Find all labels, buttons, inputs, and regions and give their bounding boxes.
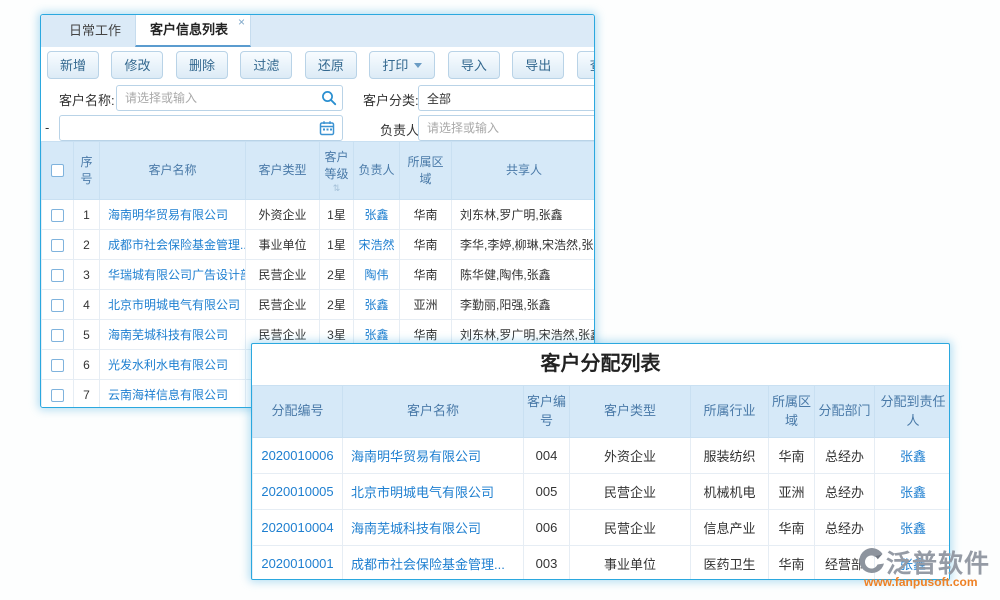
print-label: 打印 xyxy=(382,58,408,73)
allocation-header-row: 分配编号 客户名称 客户编号 客户类型 所属行业 所属区域 分配部门 分配到责任… xyxy=(253,386,951,438)
search-icon[interactable] xyxy=(321,90,337,106)
allocation-title: 客户分配列表 xyxy=(252,344,949,385)
allocation-window: 客户分配列表 分配编号 客户名称 客户编号 客户类型 所属行业 所属区域 分配部… xyxy=(251,343,950,580)
table-row[interactable]: 4 北京市明城电气有限公司 民营企业 2星 张鑫 亚洲 李勤丽,阳强,张鑫 xyxy=(42,290,596,320)
owner-link[interactable]: 张鑫 xyxy=(364,328,388,342)
allocation-id-link[interactable]: 2020010006 xyxy=(261,448,333,463)
export-button[interactable]: 导出 xyxy=(512,51,564,79)
row-checkbox[interactable] xyxy=(51,239,64,252)
customer-name-link[interactable]: 北京市明城电气有限公司 xyxy=(351,485,494,500)
column-header-customer-type[interactable]: 客户类型 xyxy=(246,142,320,200)
customer-name-link[interactable]: 成都市社会保险基金管理... xyxy=(351,557,505,572)
column-header-allocation-id[interactable]: 分配编号 xyxy=(253,386,343,438)
allocation-id-link[interactable]: 2020010004 xyxy=(261,520,333,535)
add-button[interactable]: 新增 xyxy=(47,51,99,79)
column-header-assignee[interactable]: 分配到责任人 xyxy=(875,386,951,438)
assignee-link[interactable]: 张鑫 xyxy=(900,485,926,500)
customer-name-link[interactable]: 北京市明城电气有限公司 xyxy=(108,298,240,312)
edit-button[interactable]: 修改 xyxy=(111,51,163,79)
table-row[interactable]: 2020010001 成都市社会保险基金管理... 003 事业单位 医药卫生 … xyxy=(253,546,951,581)
column-header-region[interactable]: 所属区域 xyxy=(769,386,815,438)
owner-link[interactable]: 陶伟 xyxy=(364,268,388,282)
table-row[interactable]: 2 成都市社会保险基金管理... 事业单位 1星 宋浩然 华南 李华,李婷,柳琳… xyxy=(42,230,596,260)
column-header-industry[interactable]: 所属行业 xyxy=(691,386,769,438)
customer-category-label: 客户分类: xyxy=(363,90,419,109)
tab-customer-info-list[interactable]: 客户信息列表 × xyxy=(135,15,251,47)
delete-button[interactable]: 删除 xyxy=(176,51,228,79)
assignee-link[interactable]: 张鑫 xyxy=(900,449,926,464)
customer-category-select[interactable] xyxy=(418,85,595,111)
customer-name-label: 客户名称: xyxy=(59,90,115,109)
import-button[interactable]: 导入 xyxy=(448,51,500,79)
customer-name-link[interactable]: 光发水利水电有限公司 xyxy=(108,358,228,372)
column-header-no[interactable]: 序号 xyxy=(74,142,100,200)
close-icon[interactable]: × xyxy=(238,16,245,28)
row-checkbox[interactable] xyxy=(51,269,64,282)
print-button[interactable]: 打印 xyxy=(369,51,435,79)
customer-name-link[interactable]: 云南海祥信息有限公司 xyxy=(108,388,228,402)
select-all-checkbox[interactable] xyxy=(51,164,64,177)
calendar-icon[interactable] xyxy=(319,120,335,136)
column-header-customer-name[interactable]: 客户名称 xyxy=(343,386,524,438)
customer-name-link[interactable]: 华瑞城有限公司广告设计部 xyxy=(108,268,246,282)
owner-input[interactable] xyxy=(418,115,595,141)
owner-link[interactable]: 宋浩然 xyxy=(358,238,394,252)
column-header-customer-code[interactable]: 客户编号 xyxy=(524,386,570,438)
filter-button[interactable]: 过滤 xyxy=(240,51,292,79)
column-header-dept[interactable]: 分配部门 xyxy=(815,386,875,438)
customer-name-input[interactable] xyxy=(116,85,343,111)
filter-area: 客户名称: 客户分类: - 负责人: xyxy=(41,79,594,141)
toolbar: 新增 修改 删除 过滤 还原 打印 导入 导出 查看日志 xyxy=(41,47,594,79)
table-row[interactable]: 3 华瑞城有限公司广告设计部 民营企业 2星 陶伟 华南 陈华健,陶伟,张鑫 xyxy=(42,260,596,290)
tab-bar: 日常工作 客户信息列表 × xyxy=(41,15,594,47)
fanpu-logo-icon xyxy=(858,547,886,575)
caret-down-icon xyxy=(414,63,422,68)
column-header-region[interactable]: 所属区域 xyxy=(400,142,452,200)
column-header-customer-type[interactable]: 客户类型 xyxy=(570,386,691,438)
column-header-shared[interactable]: 共享人 xyxy=(452,142,596,200)
restore-button[interactable]: 还原 xyxy=(305,51,357,79)
sort-icon[interactable]: ⇅ xyxy=(322,184,351,192)
column-header-customer-name[interactable]: 客户名称 xyxy=(100,142,246,200)
row-checkbox[interactable] xyxy=(51,389,64,402)
row-checkbox[interactable] xyxy=(51,299,64,312)
customer-name-link[interactable]: 海南明华贸易有限公司 xyxy=(351,449,481,464)
customer-name-link[interactable]: 海南明华贸易有限公司 xyxy=(108,208,228,222)
watermark-url: www.fanpusoft.com xyxy=(864,575,978,589)
watermark: 泛普软件 www.fanpusoft.com xyxy=(858,544,1000,596)
assignee-link[interactable]: 张鑫 xyxy=(900,521,926,536)
row-checkbox[interactable] xyxy=(51,359,64,372)
allocation-table: 分配编号 客户名称 客户编号 客户类型 所属行业 所属区域 分配部门 分配到责任… xyxy=(252,385,950,580)
customer-level-label: 客户等级 xyxy=(324,150,348,181)
table-row[interactable]: 2020010005 北京市明城电气有限公司 005 民营企业 机械机电 亚洲 … xyxy=(253,474,951,510)
customer-name-link[interactable]: 海南芜城科技有限公司 xyxy=(351,521,481,536)
customer-table-header-row: 序号 客户名称 客户类型 客户等级 ⇅ 负责人 所属区域 共享人 xyxy=(42,142,596,200)
column-header-customer-level[interactable]: 客户等级 ⇅ xyxy=(320,142,354,200)
row-checkbox[interactable] xyxy=(51,209,64,222)
table-row[interactable]: 1 海南明华贸易有限公司 外资企业 1星 张鑫 华南 刘东林,罗广明,张鑫 xyxy=(42,200,596,230)
tab-label: 客户信息列表 xyxy=(150,22,228,37)
allocation-id-link[interactable]: 2020010005 xyxy=(261,484,333,499)
date-input[interactable] xyxy=(59,115,343,141)
tab-daily-work[interactable]: 日常工作 xyxy=(55,15,135,47)
table-row[interactable]: 2020010004 海南芜城科技有限公司 006 民营企业 信息产业 华南 总… xyxy=(253,510,951,546)
owner-label: 负责人: xyxy=(380,120,423,139)
table-row[interactable]: 2020010006 海南明华贸易有限公司 004 外资企业 服装纺织 华南 总… xyxy=(253,438,951,474)
column-header-owner[interactable]: 负责人 xyxy=(354,142,400,200)
row-checkbox[interactable] xyxy=(51,329,64,342)
date-range-separator: - xyxy=(45,120,49,135)
owner-link[interactable]: 张鑫 xyxy=(364,298,388,312)
owner-link[interactable]: 张鑫 xyxy=(364,208,388,222)
desktop: 日常工作 客户信息列表 × 新增 修改 删除 过滤 还原 打印 导入 导出 查看… xyxy=(0,0,1000,600)
allocation-id-link[interactable]: 2020010001 xyxy=(261,556,333,571)
customer-name-link[interactable]: 成都市社会保险基金管理... xyxy=(108,238,246,252)
customer-name-link[interactable]: 海南芜城科技有限公司 xyxy=(108,328,228,342)
view-log-button[interactable]: 查看日志 xyxy=(577,51,595,79)
